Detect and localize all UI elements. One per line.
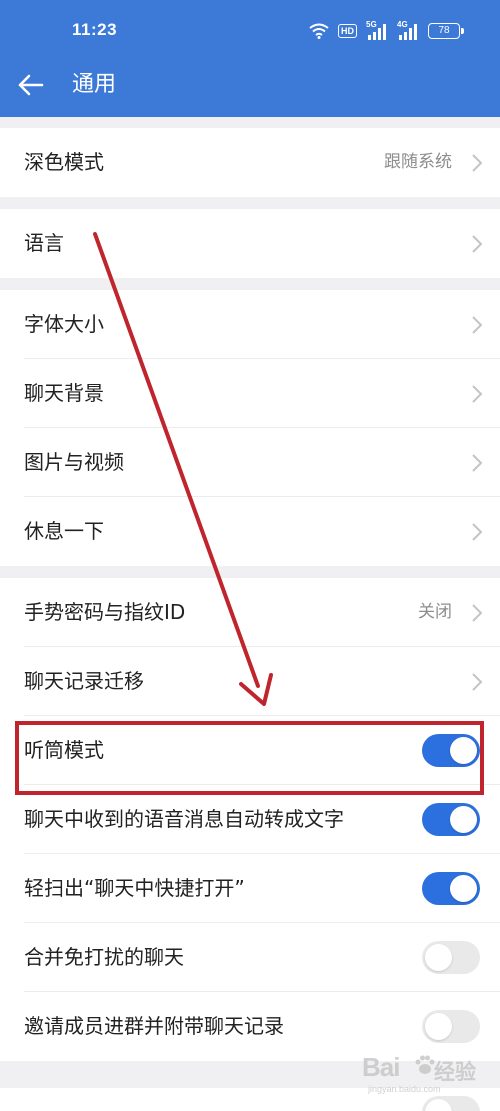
photos-videos-label: 图片与视频 xyxy=(24,450,124,474)
photos-videos-row[interactable]: 图片与视频 xyxy=(0,428,500,497)
gesture-password-value: 关闭 xyxy=(418,602,452,622)
chevron-right-icon xyxy=(472,154,483,172)
chevron-right-icon xyxy=(472,454,483,472)
toggle-knob xyxy=(450,806,477,833)
status-time: 11:23 xyxy=(72,20,118,39)
signal-4g-icon: 4G xyxy=(397,20,419,41)
take-a-break-row[interactable]: 休息一下 xyxy=(0,497,500,566)
chevron-right-icon xyxy=(472,235,483,253)
wifi-icon xyxy=(309,23,329,39)
settings-group-partial xyxy=(0,1088,500,1111)
merge-muted-row: 合并免打扰的聊天 xyxy=(0,923,500,992)
chevron-right-icon xyxy=(472,604,483,622)
invite-history-row: 邀请成员进群并附带聊天记录 xyxy=(0,992,500,1061)
merge-muted-toggle[interactable] xyxy=(422,941,480,974)
dark-mode-row[interactable]: 深色模式 跟随系统 xyxy=(0,128,500,197)
settings-group-display: 深色模式 跟随系统 xyxy=(0,128,500,197)
toggle-knob xyxy=(425,944,452,971)
dark-mode-label: 深色模式 xyxy=(24,150,104,174)
invite-history-label: 邀请成员进群并附带聊天记录 xyxy=(24,1014,284,1038)
chevron-right-icon xyxy=(472,523,483,541)
font-size-row[interactable]: 字体大小 xyxy=(0,290,500,359)
earpiece-mode-label: 听筒模式 xyxy=(24,738,104,762)
gesture-password-row[interactable]: 手势密码与指纹ID 关闭 xyxy=(0,578,500,647)
settings-group-language: 语言 xyxy=(0,209,500,278)
chevron-right-icon xyxy=(472,385,483,403)
quick-open-row: 轻扫出“聊天中快捷打开” xyxy=(0,854,500,923)
invite-history-toggle[interactable] xyxy=(422,1010,480,1043)
toggle-knob xyxy=(425,1099,452,1111)
font-size-label: 字体大小 xyxy=(24,312,104,336)
nav-bar: 通用 xyxy=(0,60,500,117)
dark-mode-value: 跟随系统 xyxy=(384,152,452,172)
voice-to-text-label: 聊天中收到的语音消息自动转成文字 xyxy=(24,807,344,831)
earpiece-mode-toggle[interactable] xyxy=(422,734,480,767)
chevron-right-icon xyxy=(472,316,483,334)
app-header: 11:23 HD 5G 4G 78 通用 xyxy=(0,0,500,117)
status-bar: 11:23 HD 5G 4G 78 xyxy=(0,0,500,60)
gesture-password-label: 手势密码与指纹ID xyxy=(24,600,186,624)
page-title: 通用 xyxy=(72,72,117,97)
battery-icon: 78 xyxy=(428,23,464,39)
toggle-knob xyxy=(425,1013,452,1040)
chat-background-row[interactable]: 聊天背景 xyxy=(0,359,500,428)
merge-muted-label: 合并免打扰的聊天 xyxy=(24,945,184,969)
quick-open-label: 轻扫出“聊天中快捷打开” xyxy=(24,876,245,900)
chat-background-label: 聊天背景 xyxy=(24,381,104,405)
toggle-knob xyxy=(450,737,477,764)
quick-open-toggle[interactable] xyxy=(422,872,480,905)
earpiece-mode-row: 听筒模式 xyxy=(0,716,500,785)
chat-migration-row[interactable]: 聊天记录迁移 xyxy=(0,647,500,716)
chat-migration-label: 聊天记录迁移 xyxy=(24,669,144,693)
voice-to-text-row: 聊天中收到的语音消息自动转成文字 xyxy=(0,785,500,854)
signal-5g-icon: 5G xyxy=(366,20,388,41)
take-a-break-label: 休息一下 xyxy=(24,519,104,543)
chevron-right-icon xyxy=(472,673,483,691)
arrow-left-icon[interactable] xyxy=(16,70,46,100)
status-icons: HD 5G 4G 78 xyxy=(309,20,464,42)
settings-group-chat: 手势密码与指纹ID 关闭 聊天记录迁移 听筒模式 聊天中收到的语音消息自动转成文… xyxy=(0,578,500,1061)
voice-to-text-toggle[interactable] xyxy=(422,803,480,836)
hd-badge: HD xyxy=(338,24,357,38)
language-label: 语言 xyxy=(24,231,64,255)
language-row[interactable]: 语言 xyxy=(0,209,500,278)
toggle-knob xyxy=(450,875,477,902)
settings-group-appearance: 字体大小 聊天背景 图片与视频 休息一下 xyxy=(0,290,500,566)
partial-toggle[interactable] xyxy=(422,1096,480,1111)
